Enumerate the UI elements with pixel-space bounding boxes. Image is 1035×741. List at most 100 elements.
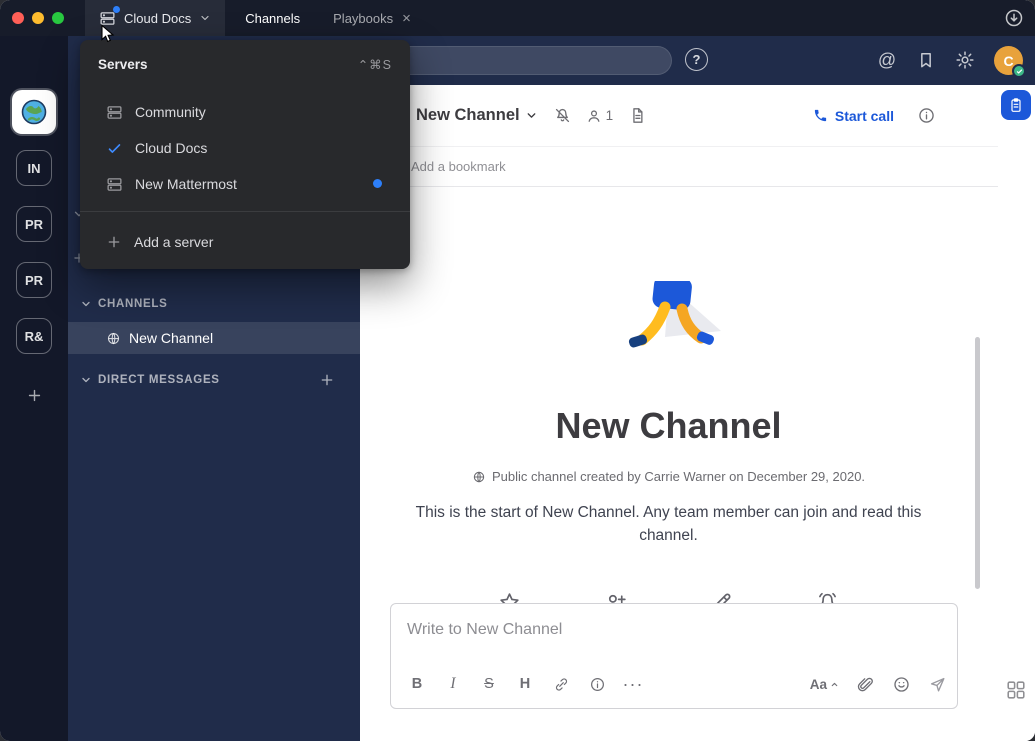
close-window-button[interactable]: [12, 12, 24, 24]
team-item[interactable]: PR: [16, 206, 52, 242]
channel-name: New Channel: [129, 330, 213, 346]
strikethrough-button[interactable]: S: [471, 671, 507, 697]
more-formatting-button[interactable]: ···: [615, 671, 651, 697]
server-icon: [106, 176, 123, 193]
team-item-active-globe[interactable]: [12, 90, 56, 134]
formatting-toolbar: B I S H ··· Aa: [399, 668, 947, 700]
unread-dot: [113, 6, 120, 13]
tab-playbooks[interactable]: Playbooks ×: [320, 0, 424, 36]
team-item[interactable]: IN: [16, 150, 52, 186]
search-input[interactable]: [394, 46, 672, 75]
channel-title-dropdown[interactable]: New Channel: [416, 106, 538, 125]
channel-intro-title: New Channel: [360, 405, 977, 447]
mentions-icon[interactable]: @: [877, 50, 897, 70]
heading-button[interactable]: H: [507, 671, 543, 697]
server-name-label: Cloud Docs: [124, 11, 191, 26]
channel-meta-line: Public channel created by Carrie Warner …: [360, 469, 977, 484]
bold-button[interactable]: B: [399, 671, 435, 697]
channel-members-button[interactable]: 1: [585, 107, 614, 125]
member-count: 1: [606, 108, 614, 123]
message-input-placeholder[interactable]: Write to New Channel: [391, 604, 957, 639]
unread-dot: [373, 179, 382, 188]
chevron-down-icon: [525, 109, 538, 122]
chevron-down-icon: [80, 298, 92, 310]
channel-header: New Channel 1 Start call: [360, 85, 998, 147]
channel-item-new-channel[interactable]: New Channel: [68, 322, 360, 354]
phone-icon: [813, 108, 828, 123]
server-item-community[interactable]: Community: [80, 94, 410, 130]
team-initials: PR: [25, 273, 43, 288]
team-sidebar: IN PR PR R&: [0, 36, 68, 741]
tab-channels[interactable]: Channels: [232, 0, 313, 36]
mute-bell-icon[interactable]: [553, 106, 572, 125]
server-item-label: New Mattermost: [135, 176, 237, 192]
status-online-badge: [1012, 64, 1026, 78]
main-content: New Channel 1 Start call Add a bookmark: [360, 85, 1035, 741]
channels-section-header[interactable]: CHANNELS: [68, 292, 360, 316]
channel-intro-illustration: [609, 281, 729, 385]
maximize-window-button[interactable]: [52, 12, 64, 24]
servers-menu-title: Servers: [98, 57, 148, 72]
avatar[interactable]: C: [994, 46, 1023, 75]
team-item[interactable]: PR: [16, 262, 52, 298]
message-composer[interactable]: Write to New Channel B I S H ··· Aa: [390, 603, 958, 709]
chevron-up-icon: [830, 680, 839, 689]
close-tab-icon[interactable]: ×: [402, 11, 411, 26]
team-initials: IN: [28, 161, 41, 176]
mouse-cursor: [98, 24, 116, 45]
formatting-toggle-button[interactable]: Aa: [810, 677, 839, 692]
add-team-button[interactable]: [16, 380, 52, 410]
settings-gear-icon[interactable]: [955, 50, 975, 70]
server-item-cloud-docs-selected[interactable]: Cloud Docs: [80, 130, 410, 166]
app-bar: [998, 85, 1035, 741]
servers-menu-shortcut: ⌃⌘S: [358, 57, 392, 72]
saved-posts-icon[interactable]: [916, 50, 936, 70]
channel-intro: New Channel Public channel created by Ca…: [360, 187, 977, 636]
info-button[interactable]: [579, 671, 615, 697]
avatar-initial: C: [1003, 53, 1013, 69]
start-call-button[interactable]: Start call: [813, 108, 894, 124]
formatting-toggle-label: Aa: [810, 677, 827, 692]
italic-button[interactable]: I: [435, 671, 471, 697]
member-icon: [585, 107, 603, 125]
servers-dropdown-menu: Servers ⌃⌘S Community Cloud Docs New Mat…: [80, 40, 410, 269]
tab-label: Playbooks: [333, 11, 393, 26]
composer-right-controls: Aa: [810, 675, 947, 694]
team-item[interactable]: R&: [16, 318, 52, 354]
emoji-smiley-icon[interactable]: [892, 675, 911, 694]
section-label: DIRECT MESSAGES: [98, 374, 220, 386]
send-message-icon[interactable]: [928, 675, 947, 694]
server-item-label: Community: [135, 104, 206, 120]
server-item-label: Cloud Docs: [135, 140, 207, 156]
servers-menu-header: Servers ⌃⌘S: [80, 46, 410, 82]
info-icon: [589, 676, 606, 693]
chevron-down-icon: [199, 12, 211, 24]
link-icon: [553, 676, 570, 693]
section-label: CHANNELS: [98, 298, 168, 310]
pinned-files-icon[interactable]: [628, 106, 647, 125]
globe-icon: [472, 470, 486, 484]
minimize-window-button[interactable]: [32, 12, 44, 24]
apps-grid-icon[interactable]: [1005, 679, 1027, 701]
server-item-new-mattermost[interactable]: New Mattermost: [80, 166, 410, 202]
start-call-label: Start call: [835, 108, 894, 124]
team-initials: R&: [25, 329, 44, 344]
plus-icon: [106, 234, 122, 250]
help-icon[interactable]: ?: [685, 48, 708, 71]
add-server-button[interactable]: Add a server: [80, 221, 410, 263]
attach-paperclip-icon[interactable]: [856, 675, 875, 694]
globe-team-icon: [19, 97, 49, 127]
update-download-icon[interactable]: [1004, 8, 1024, 28]
add-direct-message-button[interactable]: [319, 372, 335, 388]
servers-menu-items: Community Cloud Docs New Mattermost: [80, 94, 410, 202]
menu-divider: [80, 211, 410, 212]
scrollbar-thumb[interactable]: [975, 337, 980, 589]
plus-icon: [26, 387, 43, 404]
team-initials: PR: [25, 217, 43, 232]
link-button[interactable]: [543, 671, 579, 697]
add-bookmark-button[interactable]: Add a bookmark: [411, 159, 506, 174]
playbooks-app-icon[interactable]: [1001, 90, 1031, 120]
direct-messages-section-header[interactable]: DIRECT MESSAGES: [68, 368, 360, 392]
mattermost-window: Cloud Docs Channels Playbooks × ? @ C: [0, 0, 1035, 741]
channel-info-icon[interactable]: [917, 106, 936, 125]
